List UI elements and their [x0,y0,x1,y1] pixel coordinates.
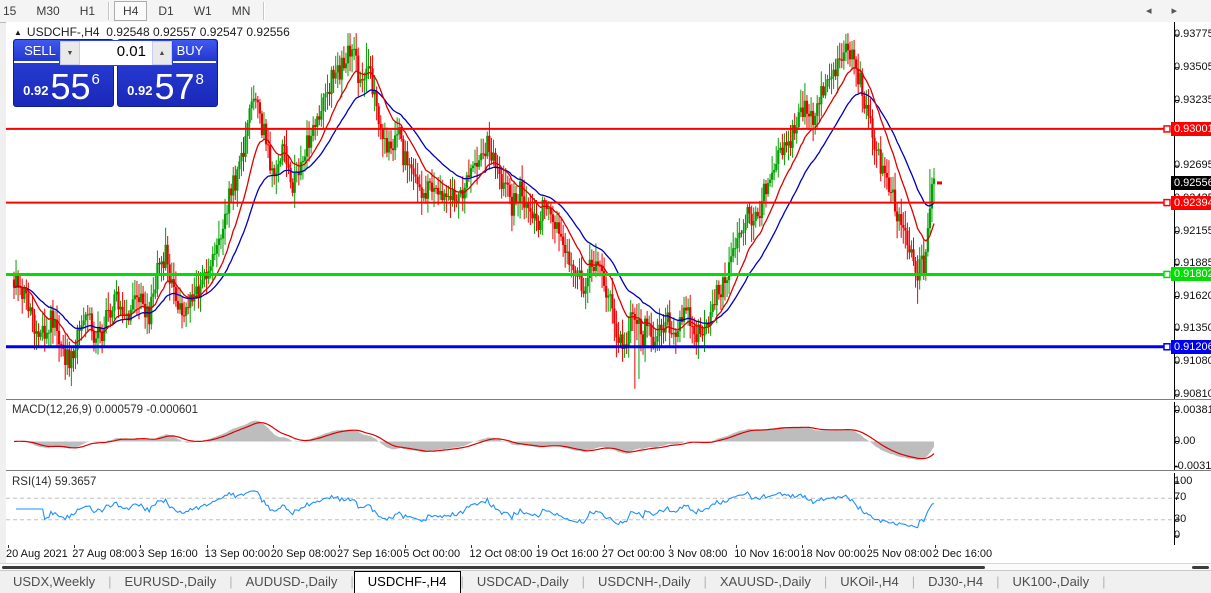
level-price-label: 0.91802 [1171,267,1211,282]
chart-tab-xauusd-daily[interactable]: XAUUSD-,Daily [707,571,824,593]
time-axis-label: 27 Oct 00:00 [601,548,665,560]
sell-price-prefix: 0.92 [23,83,49,98]
level-line-handle [1163,343,1171,351]
price-axis-tick: 0.91350 [1174,322,1211,335]
chart-tab-uk100-daily[interactable]: UK100-,Daily [999,571,1102,593]
rsi-label: RSI(14) 59.3657 [12,476,97,488]
time-axis-label: 3 Sep 16:00 [138,548,198,560]
time-axis-label: 20 Sep 08:00 [270,548,337,560]
rsi-axis-tick: 100 [1174,475,1193,487]
price-axis-tick: 0.92695 [1174,159,1211,172]
one-click-trading-panel: 0.92 55 6 0.92 57 8 SELL BUY ▼ 0.01 ▲ [13,39,218,107]
timeframe-button-H1[interactable]: H1 [71,1,104,21]
volume-value[interactable]: 0.01 [80,41,152,65]
timeframe-button-15[interactable]: 15 [0,1,25,21]
rsi-panel[interactable] [6,473,1211,545]
time-axis-label: 10 Nov 16:00 [734,548,800,560]
toolbar-separator [108,2,111,20]
tab-separator: | [1102,574,1106,589]
volume-increase-button[interactable]: ▲ [152,41,172,65]
chart-title: ▲ USDCHF-,H4 0.92548 0.92557 0.92547 0.92… [14,25,290,39]
chart-tab-audusd-daily[interactable]: AUDUSD-,Daily [233,571,351,593]
toolbar-separator [263,2,266,20]
timeframe-button-D1[interactable]: D1 [149,1,182,21]
time-axis-label: 2 Dec 16:00 [932,548,993,560]
sell-price-big: 55 [50,66,91,107]
timeframe-button-W1[interactable]: W1 [185,1,221,21]
price-axis-tick: 0.93235 [1174,93,1211,106]
scrollbar-thumb[interactable] [2,566,985,569]
volume-decrease-button[interactable]: ▼ [60,41,80,65]
chart-tab-usdcnh-daily[interactable]: USDCNH-,Daily [585,571,703,593]
chart-symbol-label: USDCHF-,H4 [26,25,100,39]
price-axis-tick: 0.91620 [1174,289,1211,302]
tab-scroll-arrows: ◂▸ [1146,4,1197,17]
chart-tab-usdcad-daily[interactable]: USDCAD-,Daily [464,571,582,593]
macd-axis-tick: 0.003811 [1174,403,1211,416]
rsi-axis-tick: 0 [1174,529,1181,541]
chart-ohlc-readout: 0.92548 0.92557 0.92547 0.92556 [106,25,290,39]
sell-price-sup: 6 [91,71,100,88]
timeframe-button-M30[interactable]: M30 [27,1,68,21]
buy-price-sup: 8 [195,71,204,88]
time-axis-label: 5 Oct 00:00 [403,548,461,560]
price-axis-tick: 0.90810 [1174,387,1211,400]
chart-tab-usdchf-h4[interactable]: USDCHF-,H4 [353,571,461,593]
buy-price-prefix: 0.92 [127,83,153,98]
current-price-label: 0.92556 [1171,175,1211,190]
time-axis-label: 27 Aug 08:00 [72,548,138,560]
macd-histogram-area [14,420,934,461]
rsi-axis-tick: 70 [1174,491,1187,504]
time-axis-label: 20 Aug 2021 [6,548,68,560]
timeframe-button-MN[interactable]: MN [223,1,260,21]
volume-control: ▼ 0.01 ▲ [59,40,173,66]
level-line-handle [1163,270,1171,279]
scrollbar-end-segment[interactable] [1192,566,1209,569]
time-axis-label: 13 Sep 00:00 [204,548,271,560]
price-axis-tick: 0.91080 [1174,355,1211,368]
chart-tab-eurusd-daily[interactable]: EURUSD-,Daily [112,571,230,593]
timeframe-button-H4[interactable]: H4 [114,1,148,21]
chart-tab-ukoil-h4[interactable]: UKOil-,H4 [827,571,912,593]
collapse-triangle-icon[interactable]: ▲ [14,28,22,37]
timeframe-toolbar: 15 M30 H1 H4 D1 W1 MN [0,0,1211,23]
rsi-canvas[interactable] [6,473,1211,545]
price-axis-tick: 0.93505 [1174,60,1211,73]
price-axis-tick: 0.92155 [1174,224,1211,237]
time-axis-label: 25 Nov 08:00 [866,548,933,560]
chart-tab-bar: USDX,Weekly | EURUSD-,Daily | AUDUSD-,Daily |… [0,570,1211,593]
time-axis-label: 19 Oct 16:00 [535,548,599,560]
tab-scroll-left-icon[interactable]: ◂ [1146,5,1172,17]
time-axis-label: 18 Nov 00:00 [800,548,866,560]
time-axis[interactable]: 20 Aug 2021 27 Aug 08:00 3 Sep 16:00 13 Sep… [6,545,1211,563]
chart-tab-usdx-weekly[interactable]: USDX,Weekly [0,571,108,593]
level-line-handle [1163,198,1171,207]
level-price-label: 0.93001 [1171,121,1211,136]
macd-axis-tick: -0.003115 [1174,459,1211,472]
macd-label: MACD(12,26,9) 0.000579 -0.000601 [12,404,199,416]
time-axis-label: 27 Sep 16:00 [337,548,403,560]
time-axis-label: 3 Nov 08:00 [668,548,728,560]
price-axis-tick: 0.93775 [1174,28,1211,40]
macd-axis-tick: 0.00 [1174,434,1196,447]
tab-scroll-right-icon[interactable]: ▸ [1171,5,1197,17]
time-axis-label: 12 Oct 08:00 [469,548,533,560]
buy-price-big: 57 [154,66,195,107]
slow-ma-line [13,89,935,330]
rsi-axis-tick: 30 [1174,512,1187,525]
last-price-marker [937,181,943,185]
sell-price: 0.92 55 6 [14,66,109,106]
buy-price: 0.92 57 8 [118,66,213,106]
rsi-line [16,490,935,529]
level-price-label: 0.92394 [1171,195,1211,210]
level-price-label: 0.91206 [1171,339,1211,354]
level-line-handle [1163,125,1171,133]
chart-tab-dj30-h4[interactable]: DJ30-,H4 [915,571,996,593]
trading-terminal: 15 M30 H1 H4 D1 W1 MN ▲ USDCHF-,H4 0.92548 0.92… [0,0,1211,593]
